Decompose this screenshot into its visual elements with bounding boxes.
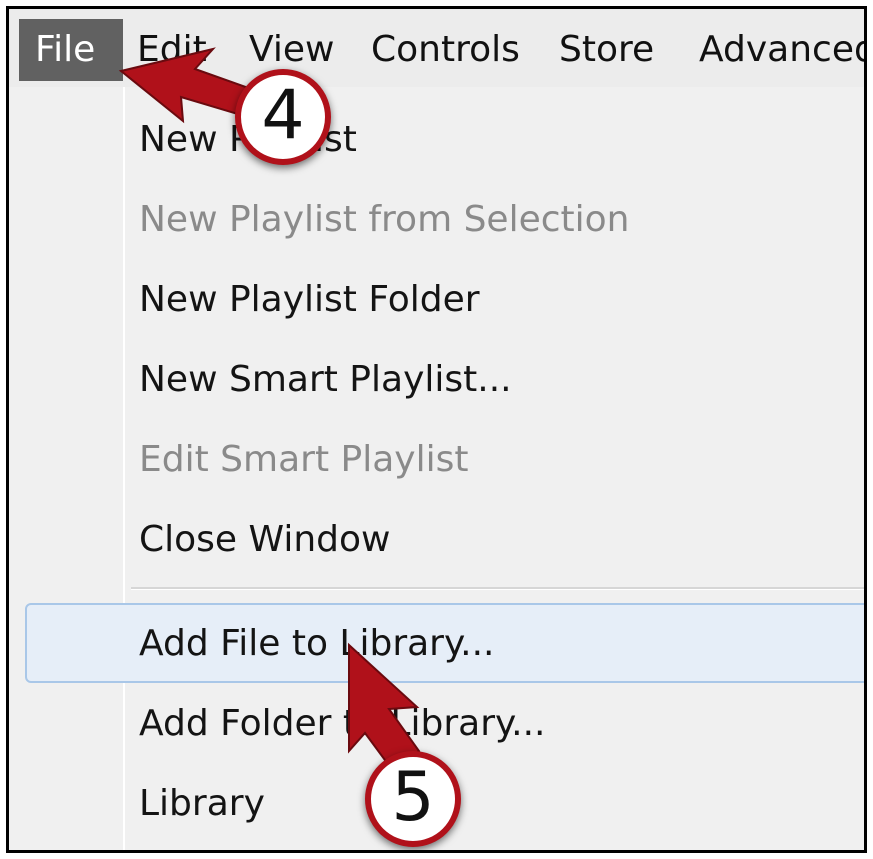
annotation-arrows	[118, 47, 421, 773]
step-4-callout: 4	[235, 69, 331, 165]
app-window: File Edit View Controls Store Advanced N…	[6, 6, 867, 853]
step-5-callout: 5	[365, 751, 461, 847]
